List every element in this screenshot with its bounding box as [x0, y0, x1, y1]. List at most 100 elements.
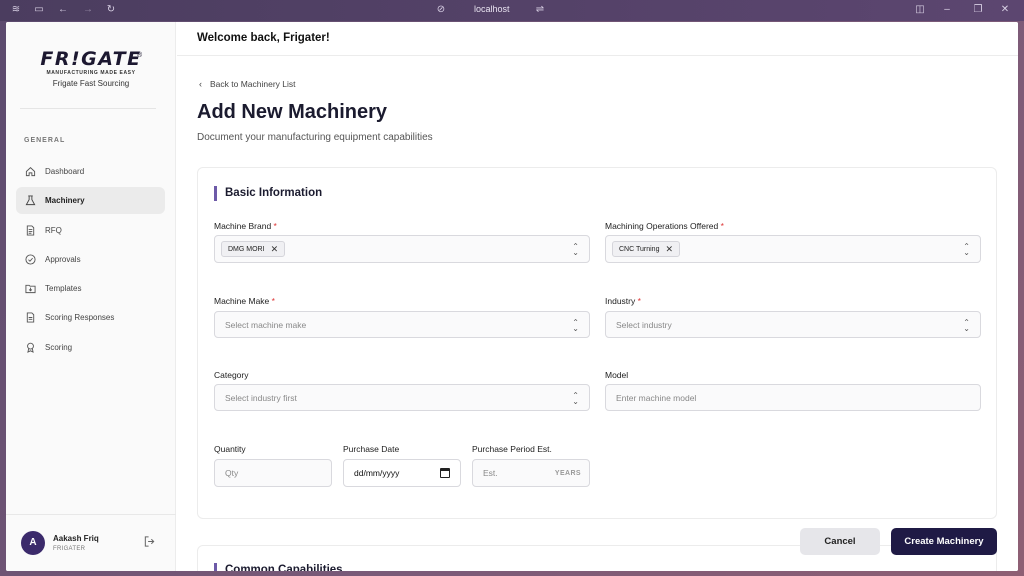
- nav-section-label: GENERAL: [24, 137, 66, 144]
- chip-label: CNC Turning: [619, 245, 660, 253]
- brand-logo[interactable]: FR!GATE ® MANUFACTURING MADE EASY Frigat…: [6, 48, 176, 88]
- sidebar: FR!GATE ® MANUFACTURING MADE EASY Frigat…: [6, 22, 176, 571]
- required-mark: *: [637, 296, 641, 306]
- purchase-period-label: Purchase Period Est.: [472, 444, 552, 454]
- machine-make-select[interactable]: Select machine make ⌃ ⌄: [214, 311, 590, 338]
- logo-wordmark: FR!GATE: [40, 48, 142, 70]
- selected-chip: CNC Turning ✕: [612, 241, 681, 257]
- welcome-message: Welcome back, Frigater!: [197, 32, 330, 44]
- placeholder-text: Select machine make: [225, 319, 307, 330]
- chevron-up-down-icon: ⌃ ⌄: [963, 318, 970, 333]
- required-mark: *: [720, 221, 724, 231]
- industry-label: Industry *: [605, 296, 641, 306]
- logout-icon[interactable]: [143, 535, 157, 549]
- label-text: Purchase Date: [343, 444, 400, 454]
- back-arrow-icon[interactable]: ←: [57, 4, 69, 16]
- label-text: Model: [605, 370, 629, 380]
- back-link[interactable]: ‹ Back to Machinery List: [199, 79, 296, 89]
- calendar-icon[interactable]: [440, 468, 450, 478]
- sidebar-item-approvals[interactable]: Approvals: [16, 246, 165, 273]
- restore-icon[interactable]: ❐: [972, 4, 984, 16]
- flask-icon: [24, 195, 36, 207]
- main-content: ‹ Back to Machinery List Add New Machine…: [177, 57, 1018, 571]
- category-label: Category: [214, 370, 249, 380]
- selected-chip: DMG MORI ✕: [221, 241, 286, 257]
- sidebar-toggle-icon[interactable]: ▭: [33, 4, 45, 16]
- placeholder-text: Est.: [483, 468, 498, 478]
- sidebar-item-scoring[interactable]: Scoring: [16, 334, 165, 361]
- chevron-up-down-icon: ⌃ ⌄: [572, 391, 579, 406]
- label-text: Machining Operations Offered: [605, 221, 719, 231]
- sidebar-item-scoring-responses[interactable]: Scoring Responses: [16, 304, 165, 331]
- minimize-icon[interactable]: –: [941, 4, 953, 16]
- file-text-icon: [24, 312, 36, 324]
- machine-make-label: Machine Make *: [214, 296, 275, 306]
- check-circle-icon: [24, 253, 36, 265]
- sidebar-item-label: RFQ: [45, 225, 62, 235]
- label-text: Category: [214, 370, 249, 380]
- sidebar-item-dashboard[interactable]: Dashboard: [16, 158, 165, 185]
- cancel-button[interactable]: Cancel: [800, 528, 880, 555]
- award-icon: [24, 341, 36, 353]
- chip-label: DMG MORI: [228, 245, 265, 253]
- sidebar-item-rfq[interactable]: RFQ: [16, 217, 165, 244]
- basic-information-card: Basic Information Machine Brand * DMG MO…: [197, 167, 997, 519]
- brand-subtitle: Frigate Fast Sourcing: [52, 79, 130, 88]
- label-text: Industry: [605, 296, 636, 306]
- chevron-up-down-icon: ⌃ ⌄: [572, 242, 579, 257]
- operations-label: Machining Operations Offered *: [605, 221, 724, 231]
- date-value: dd/mm/yyyy: [354, 468, 400, 478]
- label-text: Purchase Period Est.: [472, 444, 552, 454]
- label-text: Machine Make: [214, 296, 270, 306]
- settings-sliders-icon[interactable]: ⇌: [534, 4, 546, 16]
- registered-mark: ®: [137, 52, 143, 59]
- address-bar[interactable]: localhost: [474, 4, 510, 14]
- page-subtitle: Document your manufacturing equipment ca…: [197, 132, 433, 143]
- browser-logo-icon[interactable]: ≋: [10, 4, 22, 16]
- purchase-date-input[interactable]: dd/mm/yyyy: [343, 459, 461, 487]
- user-panel: A Aakash Friq FRIGATER: [6, 514, 176, 571]
- create-machinery-button[interactable]: Create Machinery: [891, 528, 997, 555]
- purchase-date-label: Purchase Date: [343, 444, 399, 454]
- placeholder-text: Select industry first: [225, 392, 297, 403]
- forward-arrow-icon[interactable]: →: [82, 4, 94, 16]
- label-text: Machine Brand: [214, 221, 272, 231]
- model-input[interactable]: Enter machine model: [605, 384, 981, 411]
- industry-select[interactable]: Select industry ⌃ ⌄: [605, 311, 981, 338]
- remove-chip-icon[interactable]: ✕: [665, 244, 673, 255]
- top-bar: Welcome back, Frigater!: [177, 22, 1018, 56]
- folder-download-icon: [24, 283, 36, 295]
- close-icon[interactable]: ✕: [999, 4, 1011, 16]
- label-text: Quantity: [214, 444, 246, 454]
- split-view-icon[interactable]: ◫: [914, 4, 926, 16]
- placeholder-text: Select industry: [616, 319, 672, 330]
- purchase-period-input[interactable]: Est. YEARS: [472, 459, 590, 487]
- model-label: Model: [605, 370, 628, 380]
- section-title: Basic Information: [214, 186, 322, 201]
- sidebar-item-label: Scoring Responses: [45, 313, 115, 323]
- chevron-up-down-icon: ⌃ ⌄: [572, 318, 579, 333]
- sidebar-item-machinery[interactable]: Machinery: [16, 187, 165, 215]
- remove-chip-icon[interactable]: ✕: [271, 244, 279, 255]
- app-window: FR!GATE ® MANUFACTURING MADE EASY Frigat…: [6, 22, 1018, 571]
- reload-icon[interactable]: ↻: [105, 4, 117, 16]
- section-title: Common Capabilities: [214, 563, 343, 571]
- required-mark: *: [273, 221, 277, 231]
- machine-brand-label: Machine Brand *: [214, 221, 277, 231]
- user-name: Aakash Friq: [53, 534, 99, 543]
- sidebar-item-label: Approvals: [45, 254, 81, 264]
- link-icon[interactable]: ⊘: [435, 4, 447, 16]
- home-icon: [24, 166, 36, 178]
- category-select[interactable]: Select industry first ⌃ ⌄: [214, 384, 590, 411]
- back-link-label: Back to Machinery List: [210, 79, 296, 89]
- page-title: Add New Machinery: [197, 101, 388, 123]
- browser-toolbar: ≋ ▭ ← → ↻ ⊘ localhost ⇌ ◫ – ❐ ✕: [0, 0, 1024, 21]
- operations-select[interactable]: CNC Turning ✕ ⌃ ⌄: [605, 235, 981, 263]
- avatar[interactable]: A: [21, 531, 45, 555]
- machine-brand-select[interactable]: DMG MORI ✕ ⌃ ⌄: [214, 235, 590, 263]
- sidebar-item-label: Templates: [45, 284, 82, 294]
- document-icon: [24, 224, 36, 236]
- divider: [20, 108, 156, 109]
- sidebar-item-templates[interactable]: Templates: [16, 275, 165, 302]
- quantity-input[interactable]: Qty: [214, 459, 332, 487]
